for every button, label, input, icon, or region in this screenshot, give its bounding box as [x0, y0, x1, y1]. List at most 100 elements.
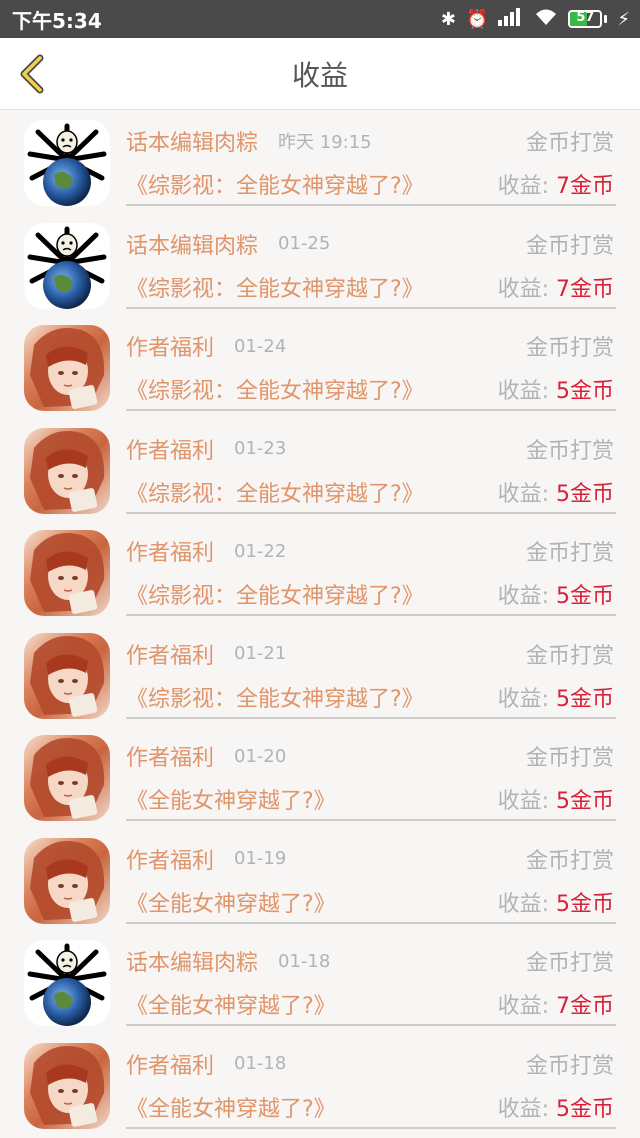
author-avatar: [24, 735, 110, 821]
wifi-icon: [534, 8, 558, 31]
list-item[interactable]: 作者福利 01-19 金币打赏 《全能女神穿越了?》 收益: 5金币: [0, 828, 640, 931]
list-item[interactable]: 作者福利 01-22 金币打赏 《综影视：全能女神穿越了?》 收益: 5金币: [0, 520, 640, 623]
earning-label: 收益:: [497, 789, 549, 814]
timestamp: 01-24: [234, 335, 287, 357]
earning-text: 收益: 5金币: [498, 783, 614, 815]
sender-name: 话本编辑肉粽: [126, 233, 259, 259]
list-item[interactable]: 话本编辑肉粽 昨天 19:15 金币打赏 《综影视：全能女神穿越了?》 收益: …: [0, 110, 640, 213]
earning-text: 收益: 5金币: [498, 1091, 614, 1123]
author-avatar: [24, 1042, 110, 1129]
author-avatar: [24, 837, 110, 924]
anime-girl-icon: [30, 533, 105, 614]
earning-amount: 7金币: [556, 174, 614, 199]
anime-girl-icon: [30, 430, 105, 512]
sender-name: 话本编辑肉粽: [126, 131, 259, 156]
earning-amount: 5金币: [556, 891, 614, 917]
sender-name: 作者福利: [126, 336, 215, 361]
list-item-content: 作者福利 01-20 金币打赏 《全能女神穿越了?》 收益: 5金币: [126, 725, 616, 821]
list-item-content: 作者福利 01-19 金币打赏 《全能女神穿越了?》 收益: 5金币: [126, 828, 616, 924]
book-title: 《综影视：全能女神穿越了?》: [126, 174, 424, 199]
editor-avatar: [24, 940, 110, 1026]
author-avatar: [24, 530, 110, 616]
earning-amount: 7金币: [556, 276, 614, 302]
back-button[interactable]: [14, 54, 54, 94]
anime-girl-icon: [30, 1045, 105, 1127]
reward-type: 金币打赏: [525, 438, 614, 464]
author-avatar: [24, 427, 110, 514]
header: 收益: [0, 38, 640, 110]
status-time: 下午5:34: [12, 8, 102, 33]
earning-text: 收益: 7金币: [498, 988, 614, 1020]
battery-indicator: 57: [568, 10, 608, 28]
timestamp: 01-18: [278, 950, 331, 972]
reward-type: 金币打赏: [525, 233, 614, 259]
bluetooth-icon: ✱: [440, 8, 456, 30]
reward-type: 金币打赏: [525, 541, 614, 566]
list-item-content: 话本编辑肉粽 昨天 19:15 金币打赏 《综影视：全能女神穿越了?》 收益: …: [126, 110, 616, 206]
book-title: 《全能女神穿越了?》: [126, 1096, 336, 1122]
sender-name: 作者福利: [126, 746, 215, 771]
book-title: 《综影视：全能女神穿越了?》: [126, 686, 424, 712]
status-bar: 下午5:34 ✱ ⏰ 57 ⚡: [0, 0, 640, 38]
earning-label: 收益:: [497, 276, 549, 302]
sender-name: 作者福利: [126, 438, 215, 464]
list-item[interactable]: 作者福利 01-20 金币打赏 《全能女神穿越了?》 收益: 5金币: [0, 725, 640, 828]
list-item[interactable]: 作者福利 01-24 金币打赏 《综影视：全能女神穿越了?》 收益: 5金币: [0, 315, 640, 418]
battery-percent: 57: [576, 10, 595, 25]
earning-amount: 5金币: [556, 789, 614, 814]
editor-avatar: [24, 120, 110, 206]
reward-type: 金币打赏: [525, 951, 614, 976]
earning-label: 收益:: [497, 994, 549, 1019]
earning-label: 收益:: [497, 1096, 549, 1122]
anime-girl-icon: [30, 840, 105, 922]
list-item-content: 作者福利 01-23 金币打赏 《综影视：全能女神穿越了?》 收益: 5金币: [126, 418, 616, 514]
timestamp: 昨天 19:15: [278, 132, 372, 153]
list-item[interactable]: 作者福利 01-18 金币打赏 《全能女神穿越了?》 收益: 5金币: [0, 1033, 640, 1136]
sender-name: 话本编辑肉粽: [126, 951, 259, 976]
chevron-left-icon: [20, 54, 44, 94]
sender-name: 作者福利: [126, 643, 215, 669]
earning-label: 收益:: [497, 686, 549, 712]
earning-text: 收益: 7金币: [498, 168, 614, 200]
book-title: 《全能女神穿越了?》: [126, 994, 336, 1019]
anime-girl-icon: [30, 738, 105, 819]
timestamp: 01-22: [234, 540, 287, 562]
earning-amount: 5金币: [556, 379, 614, 404]
editor-avatar: [24, 222, 110, 309]
earning-label: 收益:: [497, 481, 549, 507]
list-item[interactable]: 话本编辑肉粽 01-25 金币打赏 《综影视：全能女神穿越了?》 收益: 7金币: [0, 213, 640, 316]
author-avatar: [24, 325, 110, 411]
reward-type: 金币打赏: [525, 746, 614, 771]
book-title: 《综影视：全能女神穿越了?》: [126, 379, 424, 404]
signal-icon: [498, 7, 524, 31]
book-title: 《全能女神穿越了?》: [126, 789, 336, 814]
book-title: 《全能女神穿越了?》: [126, 891, 336, 917]
charging-icon: ⚡: [617, 8, 630, 30]
timestamp: 01-25: [278, 233, 331, 254]
earnings-list: 话本编辑肉粽 昨天 19:15 金币打赏 《综影视：全能女神穿越了?》 收益: …: [0, 110, 640, 1135]
earning-label: 收益:: [497, 584, 549, 609]
list-item-content: 作者福利 01-18 金币打赏 《全能女神穿越了?》 收益: 5金币: [126, 1033, 616, 1129]
earning-text: 收益: 5金币: [498, 886, 614, 918]
list-item[interactable]: 话本编辑肉粽 01-18 金币打赏 《全能女神穿越了?》 收益: 7金币: [0, 930, 640, 1033]
list-item[interactable]: 作者福利 01-23 金币打赏 《综影视：全能女神穿越了?》 收益: 5金币: [0, 418, 640, 521]
book-title: 《综影视：全能女神穿越了?》: [126, 481, 424, 507]
timestamp: 01-19: [234, 848, 287, 869]
list-item-content: 作者福利 01-24 金币打赏 《综影视：全能女神穿越了?》 收益: 5金币: [126, 315, 616, 411]
reward-type: 金币打赏: [525, 848, 614, 874]
reward-type: 金币打赏: [525, 131, 614, 156]
timestamp: 01-23: [234, 438, 287, 459]
list-item-content: 作者福利 01-22 金币打赏 《综影视：全能女神穿越了?》 收益: 5金币: [126, 520, 616, 616]
list-item[interactable]: 作者福利 01-21 金币打赏 《综影视：全能女神穿越了?》 收益: 5金币: [0, 623, 640, 726]
earth-spider-icon: [27, 943, 107, 1026]
earth-spider-icon: [27, 123, 107, 206]
earning-text: 收益: 7金币: [498, 271, 614, 303]
earning-text: 收益: 5金币: [498, 681, 614, 713]
timestamp: 01-21: [234, 643, 287, 664]
battery-tip: [604, 15, 608, 23]
earning-amount: 5金币: [556, 481, 614, 507]
earning-label: 收益:: [497, 379, 549, 404]
alarm-icon: ⏰: [465, 8, 489, 30]
list-item-content: 作者福利 01-21 金币打赏 《综影视：全能女神穿越了?》 收益: 5金币: [126, 623, 616, 719]
earning-label: 收益:: [497, 891, 549, 917]
